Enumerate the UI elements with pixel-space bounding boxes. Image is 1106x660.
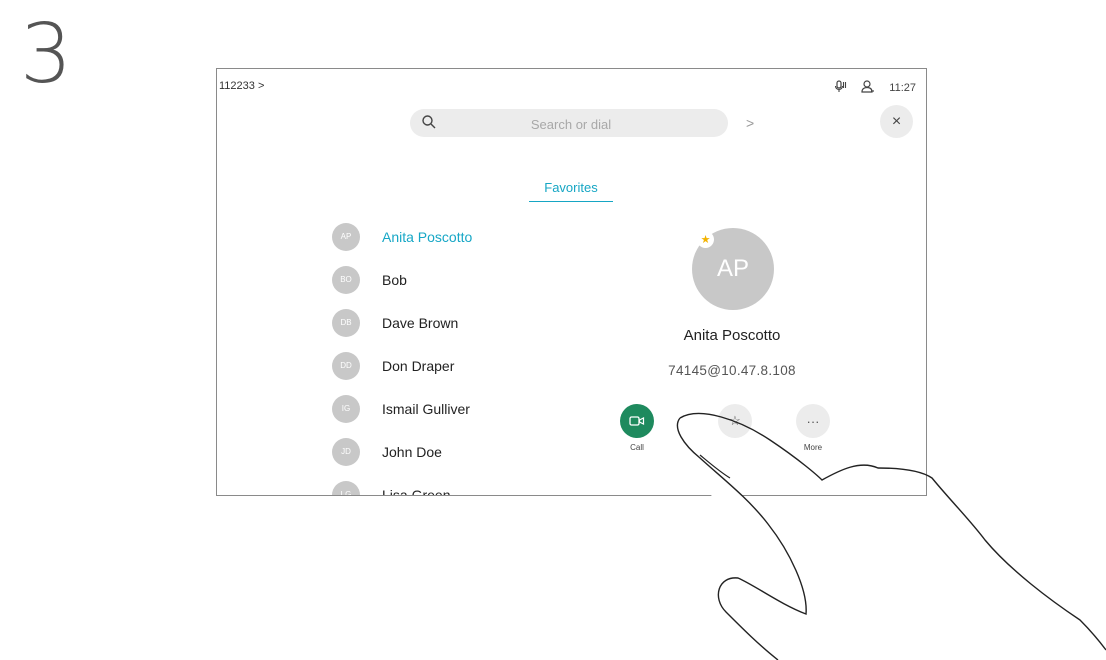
pointing-hand-illustration — [676, 412, 1106, 660]
